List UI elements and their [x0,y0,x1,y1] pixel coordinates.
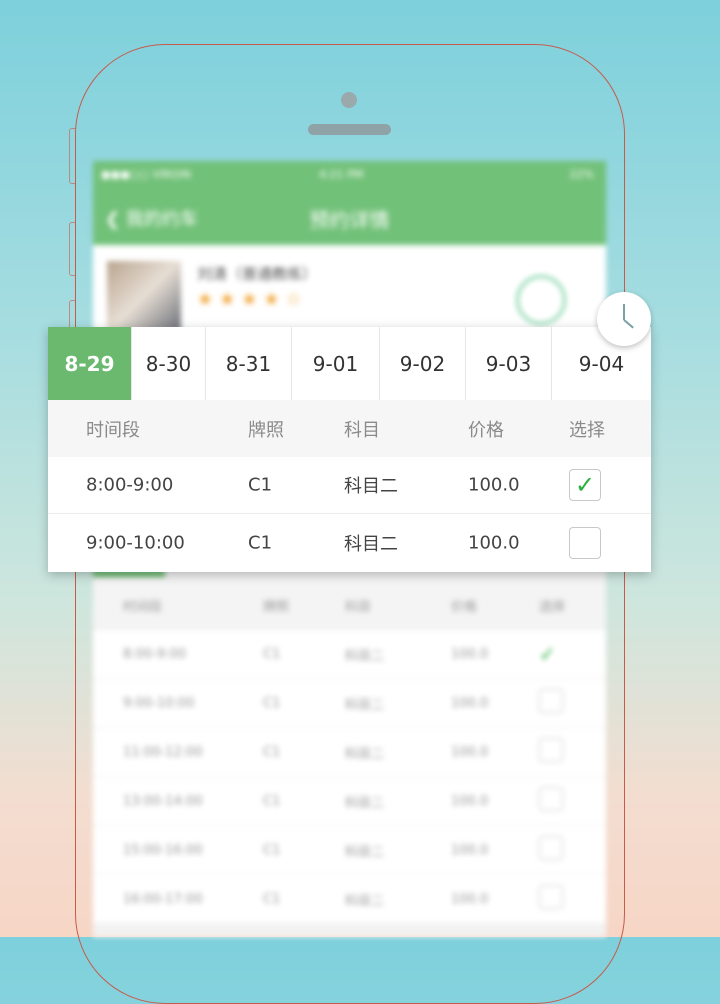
header-price: 价格 [468,419,504,441]
battery-label: 22% [569,168,594,181]
checkbox-box [539,836,563,860]
header-cell: 价格 [451,599,478,615]
row-subject: 科目二 [345,648,385,664]
table-row[interactable]: 8:00-9:00 C1 科目二 100.0 ✓ [48,457,651,514]
table-row[interactable]: 9:00-10:00 C1 科目二 100.0 [93,679,606,728]
row-price: 100.0 [451,695,489,711]
row-price: 100.0 [468,474,520,496]
row-time: 11:00-12:00 [123,744,203,760]
status-time: 4:21 PM [319,168,364,181]
tab-date[interactable]: 8-29 [48,327,132,400]
row-time: 13:00-14:00 [123,793,203,809]
tab-date[interactable]: 9-01 [292,327,380,400]
row-license: C1 [263,793,281,809]
row-price: 100.0 [451,842,489,858]
table-row[interactable]: 11:00-12:00 C1 科目二 100.0 [93,728,606,777]
row-subject: 科目二 [345,697,385,713]
row-subject: 科目二 [344,476,398,497]
header-time: 时间段 [86,419,140,441]
row-subject: 科目二 [345,795,385,811]
row-price: 100.0 [451,646,489,662]
row-subject: 科目二 [345,844,385,860]
table-row[interactable]: 15:00-16:00 C1 科目二 100.0 [93,826,606,875]
row-time: 15:00-16:00 [123,842,203,858]
star-rating: ★★★★☆ [197,289,308,310]
row-price: 100.0 [451,744,489,760]
row-time: 9:00-10:00 [86,532,185,554]
tab-date[interactable]: 8-31 [206,327,292,400]
row-price: 100.0 [451,891,489,907]
row-time: 8:00-9:00 [86,474,174,496]
tab-date[interactable]: 9-03 [466,327,552,400]
header-license: 牌照 [248,419,284,441]
row-subject: 科目二 [345,746,385,762]
select-checkbox[interactable]: ✓ [539,642,563,666]
clock-hand [623,304,625,320]
checkbox-box [539,885,563,909]
table-row[interactable]: 9:00-10:00 C1 科目二 100.0 [48,514,651,572]
row-license: C1 [263,891,281,907]
tab-date[interactable]: 8-30 [132,327,206,400]
checkbox-box [539,787,563,811]
status-bar: ●●●○○ VIRGIN 4:21 PM 22% [93,161,606,187]
carrier-label: ●●●○○ VIRGIN [101,168,191,181]
header-cell: 科目 [345,599,372,615]
camera-icon [341,92,357,108]
row-time: 16:00-17:00 [123,891,203,907]
row-license: C1 [248,532,273,554]
table-row[interactable]: 13:00-14:00 C1 科目二 100.0 [93,777,606,826]
row-license: C1 [263,744,281,760]
phone-side-button [69,128,76,184]
tab-date[interactable]: 9-02 [380,327,466,400]
row-subject: 科目二 [345,893,385,909]
schedule-card: 8-29 8-30 8-31 9-01 9-02 9-03 9-04 时间段 牌照 科目 价… [48,327,651,572]
phone-call-icon[interactable] [516,275,566,325]
row-license: C1 [248,474,273,496]
table-row[interactable]: 8:00-9:00 C1 科目二 100.0 ✓ [93,630,606,679]
header-select: 选择 [569,419,605,441]
row-license: C1 [263,842,281,858]
row-license: C1 [263,695,281,711]
teacher-avatar [107,261,181,331]
phone-side-button [69,222,76,276]
select-checkbox[interactable]: ✓ [569,469,601,501]
row-price: 100.0 [468,532,520,554]
nav-bar: ❮ 我的约车 预约详情 [93,187,606,245]
select-checkbox[interactable] [539,787,563,815]
checkbox-box [539,689,563,713]
checkbox-box [539,738,563,762]
row-time: 8:00-9:00 [123,646,187,662]
header-cell: 牌照 [263,599,290,615]
row-license: C1 [263,646,281,662]
teacher-card[interactable]: 刘清（普通教练） ★★★★☆ [93,245,606,331]
select-checkbox[interactable] [539,738,563,766]
teacher-name: 刘清（普通教练） [197,265,318,283]
header-cell: 选择 [539,599,566,615]
background-schedule-table: 时间段 牌照 科目 价格 选择 8:00-9:00 C1 科目二 100.0 ✓ 9:00-10:0… [93,581,606,924]
row-price: 100.0 [451,793,489,809]
page-title: 预约详情 [309,208,390,232]
table-row[interactable]: 16:00-17:00 C1 科目二 100.0 [93,875,606,924]
speaker-grille [308,124,391,135]
row-subject: 科目二 [344,534,398,555]
select-checkbox[interactable] [539,689,563,717]
table-header: 时间段 牌照 科目 价格 选择 [93,581,606,630]
select-checkbox[interactable] [539,836,563,864]
select-checkbox[interactable] [569,527,601,559]
select-checkbox[interactable] [539,885,563,913]
clock-icon[interactable] [597,292,651,346]
header-subject: 科目 [344,419,380,441]
table-header: 时间段 牌照 科目 价格 选择 [48,400,651,457]
date-tabs: 8-29 8-30 8-31 9-01 9-02 9-03 9-04 [48,327,651,401]
checkmark-icon: ✓ [574,471,596,499]
checkbox-box: ✓ [539,642,556,666]
clock-hand [623,319,634,329]
header-cell: 时间段 [123,599,163,615]
row-time: 9:00-10:00 [123,695,195,711]
